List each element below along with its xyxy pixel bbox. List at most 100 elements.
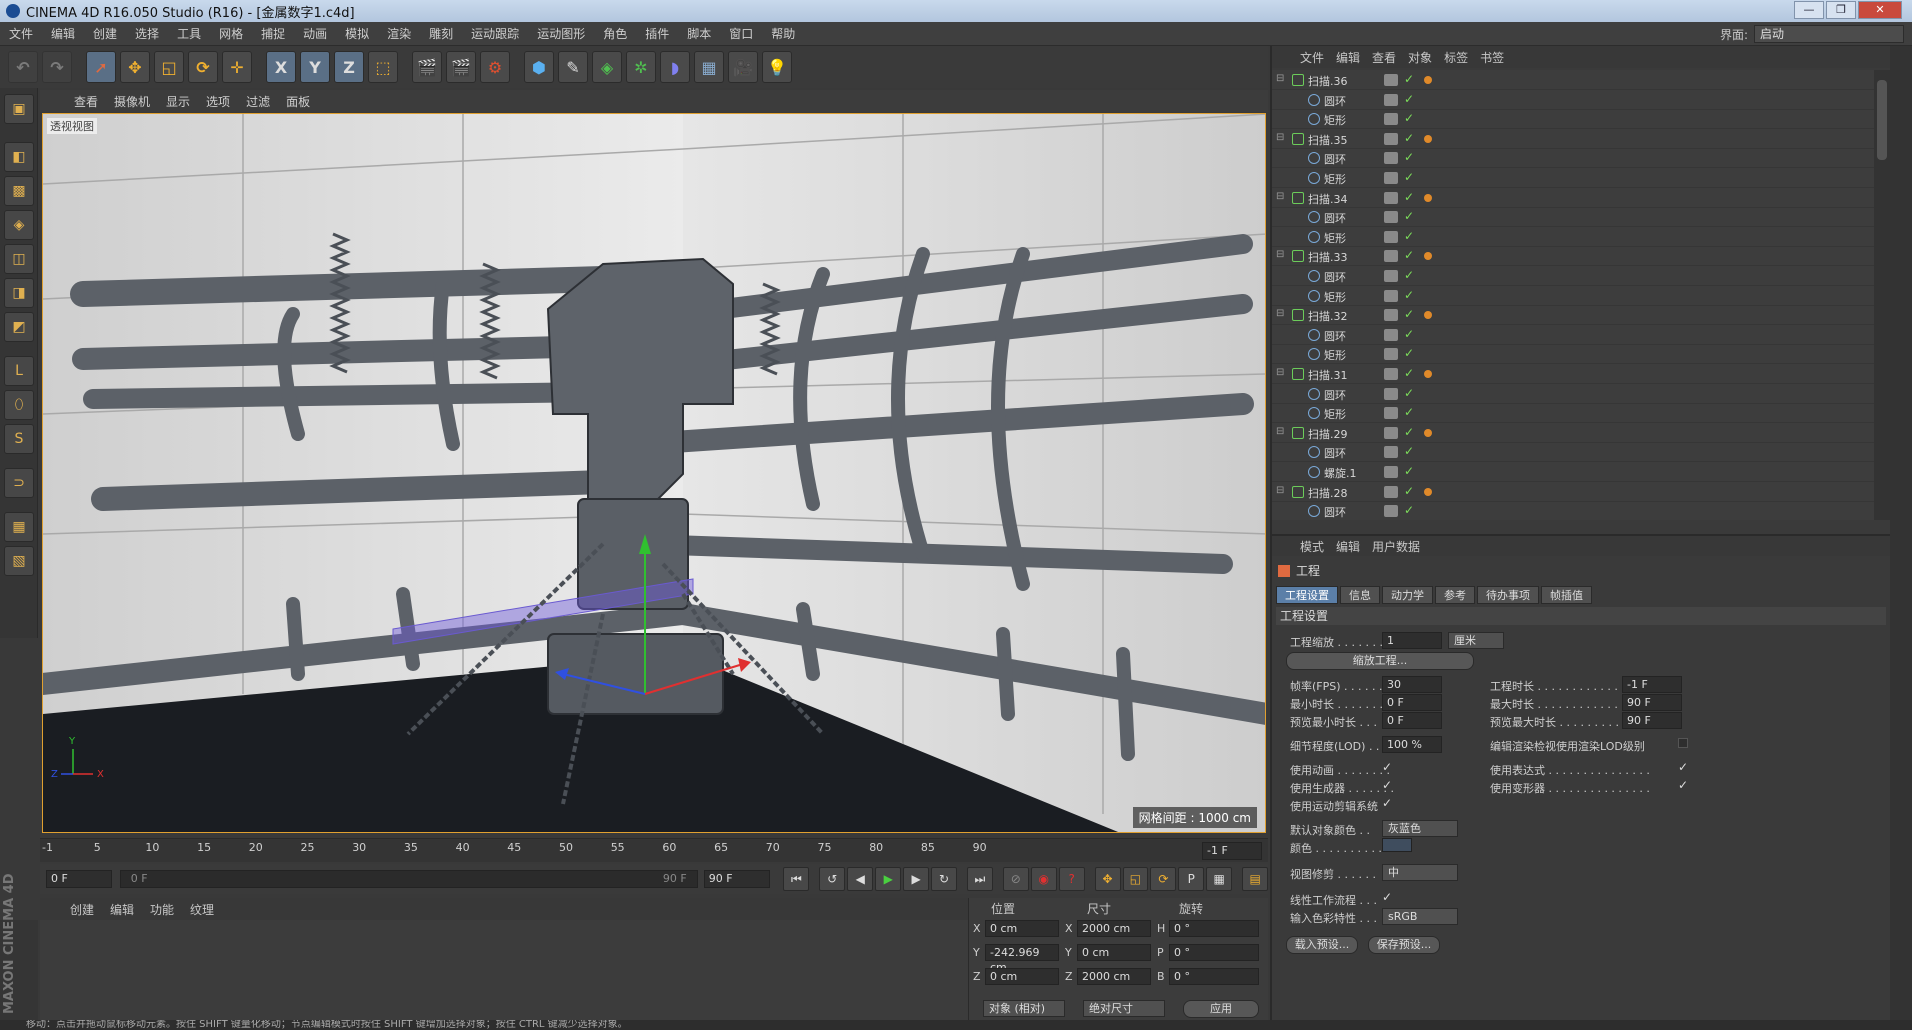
- menu-item-16[interactable]: 窗口: [720, 25, 762, 42]
- object-row[interactable]: ⊟ 扫描.29 ✓: [1272, 423, 1874, 443]
- transform-tool-icon[interactable]: ✛: [222, 51, 252, 83]
- use-expressions-checkbox[interactable]: ✓: [1678, 760, 1688, 774]
- menu-item-6[interactable]: 捕捉: [252, 25, 294, 42]
- use-deformers-checkbox[interactable]: ✓: [1678, 778, 1688, 792]
- expand-toggle-icon[interactable]: ⊟: [1276, 308, 1284, 319]
- object-list-scrollbar[interactable]: [1874, 70, 1890, 520]
- enabled-check-icon[interactable]: ✓: [1404, 425, 1414, 439]
- menu-item-7[interactable]: 动画: [294, 25, 336, 42]
- project-time-field[interactable]: -1 F: [1622, 676, 1682, 693]
- maximize-button[interactable]: ❐: [1826, 1, 1856, 19]
- object-row[interactable]: 矩形 ✓: [1272, 403, 1874, 424]
- coord-position-field[interactable]: 0 cm: [985, 968, 1059, 985]
- menu-item-9[interactable]: 渲染: [378, 25, 420, 42]
- pen-spline-icon[interactable]: ✎: [558, 51, 588, 83]
- render-lod-checkbox[interactable]: [1678, 738, 1688, 748]
- camera-icon[interactable]: 🎥: [728, 51, 758, 83]
- layer-flag-icon[interactable]: [1384, 505, 1398, 518]
- redo-icon[interactable]: ↷: [42, 51, 72, 83]
- edges-mode-icon[interactable]: ◨: [4, 278, 34, 308]
- object-row[interactable]: 矩形 ✓: [1272, 286, 1874, 306]
- preview-max-field[interactable]: 90 F: [1622, 712, 1682, 729]
- phong-tag-icon[interactable]: [1424, 428, 1432, 437]
- enabled-check-icon[interactable]: ✓: [1404, 190, 1414, 204]
- phong-tag-icon[interactable]: [1424, 193, 1432, 202]
- object-row[interactable]: 圆环 ✓: [1272, 90, 1874, 110]
- render-settings-icon[interactable]: ⚙: [480, 51, 510, 83]
- subdivision-surface-icon[interactable]: ◈: [592, 51, 622, 83]
- menu-item-17[interactable]: 帮助: [762, 25, 804, 42]
- object-row[interactable]: ⊟ 扫描.31 ✓: [1272, 364, 1874, 384]
- object-row[interactable]: 圆环 ✓: [1272, 501, 1874, 520]
- expand-toggle-icon[interactable]: ⊟: [1276, 485, 1284, 496]
- layer-flag-icon[interactable]: [1384, 407, 1398, 420]
- axis-mode-icon[interactable]: L: [4, 356, 34, 386]
- layer-flag-icon[interactable]: [1384, 348, 1398, 361]
- texture-mode-icon[interactable]: ▩: [4, 176, 34, 206]
- material-menu-0[interactable]: 创建: [62, 901, 102, 918]
- enabled-check-icon[interactable]: ✓: [1404, 268, 1414, 282]
- expand-toggle-icon[interactable]: ⊟: [1276, 191, 1284, 202]
- use-animation-checkbox[interactable]: ✓: [1382, 760, 1392, 774]
- render-picture-viewer-icon[interactable]: 🎬: [446, 51, 476, 83]
- menu-item-5[interactable]: 网格: [210, 25, 252, 42]
- snap-icon[interactable]: ⊃: [4, 468, 34, 498]
- attribute-menu-1[interactable]: 编辑: [1330, 538, 1366, 555]
- enabled-check-icon[interactable]: ✓: [1404, 209, 1414, 223]
- enabled-check-icon[interactable]: ✓: [1404, 92, 1414, 106]
- coord-size-mode-dropdown[interactable]: 绝对尺寸: [1083, 1000, 1165, 1017]
- tab-3[interactable]: 参考: [1435, 586, 1475, 604]
- object-row[interactable]: 矩形 ✓: [1272, 109, 1874, 130]
- object-menu-5[interactable]: 书签: [1474, 49, 1510, 66]
- expand-toggle-icon[interactable]: ⊟: [1276, 132, 1284, 143]
- prev-key-icon[interactable]: ↺: [819, 867, 846, 891]
- load-preset-button[interactable]: 载入预设...: [1286, 936, 1358, 954]
- enabled-check-icon[interactable]: ✓: [1404, 248, 1414, 262]
- layer-flag-icon[interactable]: [1384, 485, 1398, 498]
- tab-1[interactable]: 信息: [1340, 586, 1380, 604]
- array-generator-icon[interactable]: ✲: [626, 51, 656, 83]
- points-mode-icon[interactable]: ◫: [4, 244, 34, 274]
- layer-flag-icon[interactable]: [1384, 309, 1398, 322]
- autokey-icon[interactable]: ◉: [1030, 867, 1057, 891]
- enabled-check-icon[interactable]: ✓: [1404, 346, 1414, 360]
- object-menu-0[interactable]: 文件: [1294, 49, 1330, 66]
- enabled-check-icon[interactable]: ✓: [1404, 444, 1414, 458]
- coord-size-field[interactable]: 0 cm: [1077, 944, 1151, 961]
- menu-item-14[interactable]: 插件: [636, 25, 678, 42]
- use-generators-checkbox[interactable]: ✓: [1382, 778, 1392, 792]
- enabled-check-icon[interactable]: ✓: [1404, 229, 1414, 243]
- object-row[interactable]: 矩形 ✓: [1272, 344, 1874, 365]
- prev-frame-icon[interactable]: ◀: [847, 867, 874, 891]
- object-menu-2[interactable]: 查看: [1366, 49, 1402, 66]
- layer-flag-icon[interactable]: [1384, 211, 1398, 224]
- menu-item-8[interactable]: 模拟: [336, 25, 378, 42]
- fps-field[interactable]: 30: [1382, 676, 1442, 693]
- enabled-check-icon[interactable]: ✓: [1404, 170, 1414, 184]
- start-frame-field[interactable]: 0 F: [46, 870, 112, 888]
- layer-flag-icon[interactable]: [1384, 74, 1398, 86]
- polygons-mode-icon[interactable]: ◩: [4, 312, 34, 342]
- object-menu-3[interactable]: 对象: [1402, 49, 1438, 66]
- enabled-check-icon[interactable]: ✓: [1404, 131, 1414, 145]
- menu-item-11[interactable]: 运动跟踪: [462, 25, 528, 42]
- object-row[interactable]: 螺旋.1 ✓: [1272, 462, 1874, 482]
- make-editable-icon[interactable]: ▣: [4, 94, 34, 124]
- layer-flag-icon[interactable]: [1384, 368, 1398, 380]
- enabled-check-icon[interactable]: ✓: [1404, 386, 1414, 400]
- object-row[interactable]: 圆环 ✓: [1272, 148, 1874, 169]
- model-mode-icon[interactable]: ◧: [4, 142, 34, 172]
- object-list[interactable]: ⊟ 扫描.36 ✓ 圆环 ✓ 矩形 ✓ ⊟ 扫描.35 ✓ 圆环 ✓ 矩形 ✓ ⊟ 扫描.34 ✓ 圆环 ✓ 矩形 ✓ ⊟…: [1272, 70, 1874, 520]
- menu-item-1[interactable]: 编辑: [42, 25, 84, 42]
- scale-field[interactable]: 1: [1382, 632, 1442, 649]
- object-row[interactable]: 圆环 ✓: [1272, 384, 1874, 404]
- viewport-menu-5[interactable]: 面板: [278, 93, 318, 110]
- expand-toggle-icon[interactable]: ⊟: [1276, 249, 1284, 260]
- next-frame-icon[interactable]: ▶: [903, 867, 930, 891]
- render-view-icon[interactable]: 🎬: [412, 51, 442, 83]
- next-key-icon[interactable]: ↻: [931, 867, 957, 891]
- record-keys-icon[interactable]: ⊘: [1002, 867, 1029, 891]
- rotate-tool-icon[interactable]: ⟳: [188, 51, 218, 83]
- object-row[interactable]: 圆环 ✓: [1272, 266, 1874, 286]
- menu-item-0[interactable]: 文件: [0, 25, 42, 42]
